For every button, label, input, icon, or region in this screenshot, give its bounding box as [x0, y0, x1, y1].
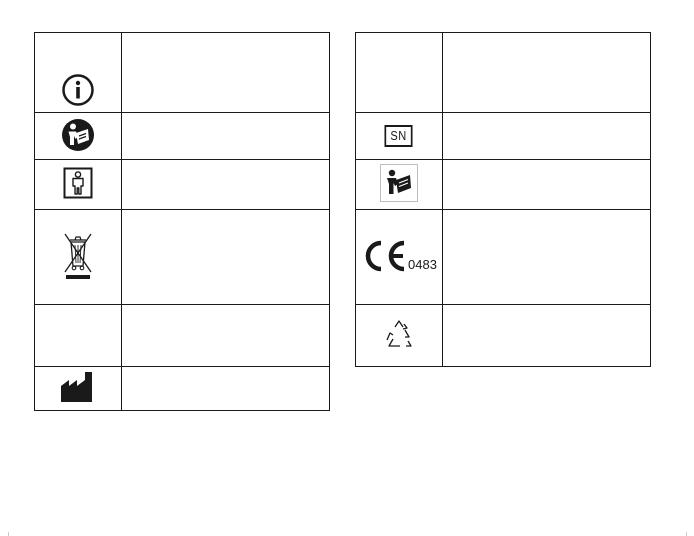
symbol-cell: [355, 304, 443, 367]
symbol-description: [121, 209, 330, 305]
symbol-description: [121, 159, 330, 210]
symbol-cell: [34, 32, 122, 113]
symbol-cell: [34, 304, 122, 367]
symbol-cell: [34, 366, 122, 411]
table-row: [355, 304, 651, 367]
symbol-cell: [355, 159, 443, 210]
symbol-cell: [34, 209, 122, 305]
table-row: SN: [355, 112, 651, 160]
table-row: [355, 159, 651, 210]
edge-tick: [8, 532, 9, 536]
table-row: [355, 32, 651, 113]
ce-mark-icon: [361, 239, 407, 273]
edge-tick: [686, 532, 687, 536]
symbol-cell: SN: [355, 112, 443, 160]
table-row: [34, 112, 330, 160]
serial-number-icon: SN: [384, 125, 414, 147]
symbol-description: [442, 304, 651, 367]
symbol-description: [442, 159, 651, 210]
symbol-description: [121, 304, 330, 367]
consult-instructions-icon: [61, 118, 95, 152]
symbol-cell: [34, 112, 122, 160]
symbol-description: [442, 112, 651, 160]
type-bf-applied-part-icon: [63, 167, 93, 199]
info-icon: [61, 73, 95, 107]
symbol-description: [121, 32, 330, 113]
table-row: [34, 32, 330, 113]
manufacturer-factory-icon: [60, 371, 96, 403]
table-row: [34, 209, 330, 305]
ce-mark: 0483: [361, 239, 437, 273]
symbol-cell: 0483: [355, 209, 443, 305]
symbol-description: [442, 209, 651, 305]
symbol-description: [121, 366, 330, 411]
symbol-description: [121, 112, 330, 160]
page-edge-marks: [0, 530, 694, 536]
recycle-icon: [384, 319, 414, 349]
symbol-cell: [34, 159, 122, 210]
table-row: 0483: [355, 209, 651, 305]
notified-body-number: 0483: [408, 256, 437, 272]
symbol-cell: [355, 32, 443, 113]
read-manual-icon: [380, 164, 418, 202]
table-row: [34, 304, 330, 367]
table-row: [34, 159, 330, 210]
table-row: [34, 366, 330, 411]
symbol-table-left: [34, 32, 330, 411]
symbol-table-right: SN 0483: [355, 32, 651, 367]
weee-crossed-bin-icon: [61, 231, 95, 281]
symbol-description: [442, 32, 651, 113]
